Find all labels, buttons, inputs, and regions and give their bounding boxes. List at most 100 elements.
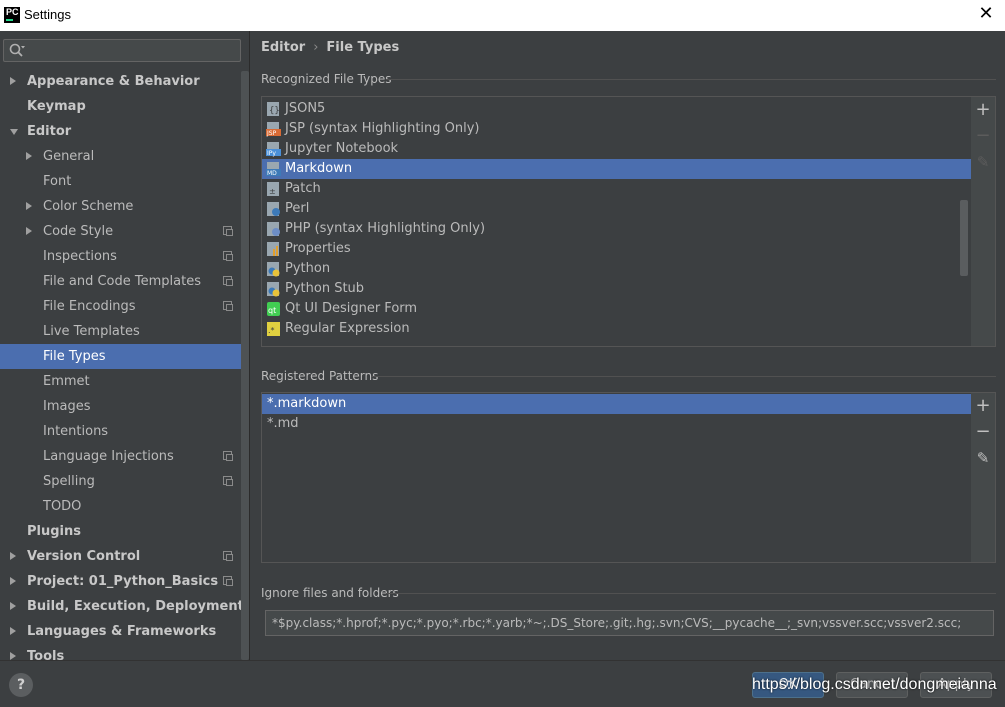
sidebar-item-language-injections[interactable]: Language Injections bbox=[0, 444, 243, 469]
close-icon[interactable]: ✕ bbox=[976, 4, 996, 24]
file-type-label: Regular Expression bbox=[285, 321, 410, 336]
sidebar-item-code-style[interactable]: Code Style bbox=[0, 219, 243, 244]
sidebar-item-label: Emmet bbox=[43, 374, 90, 389]
sidebar-item-label: File Encodings bbox=[43, 299, 136, 314]
recognized-file-types-title: Recognized File Types bbox=[261, 72, 392, 86]
file-type-row[interactable]: Python bbox=[262, 259, 971, 279]
edit-file-type-icon[interactable]: ✎ bbox=[974, 153, 992, 171]
svg-text:IPy: IPy bbox=[267, 150, 276, 157]
sidebar-item-images[interactable]: Images bbox=[0, 394, 243, 419]
file-type-row[interactable]: .* Regular Expression bbox=[262, 319, 971, 339]
breadcrumb-parent[interactable]: Editor bbox=[261, 40, 305, 55]
project-scope-icon bbox=[223, 276, 233, 286]
sidebar-item-label: Version Control bbox=[27, 549, 141, 564]
collapsed-arrow-icon[interactable] bbox=[10, 602, 16, 610]
sidebar-item-spelling[interactable]: Spelling bbox=[0, 469, 243, 494]
markdown-file-icon: MD bbox=[266, 162, 281, 177]
sidebar-item-file-types[interactable]: File Types bbox=[0, 344, 243, 369]
expanded-arrow-icon[interactable] bbox=[10, 129, 18, 135]
project-scope-icon bbox=[223, 551, 233, 561]
breadcrumb-separator-icon: › bbox=[313, 40, 319, 55]
sidebar-item-label: Keymap bbox=[27, 99, 86, 114]
python-file-icon bbox=[267, 262, 280, 277]
title-bar: PC Settings ✕ bbox=[0, 0, 1005, 31]
file-type-row[interactable]: Properties bbox=[262, 239, 971, 259]
sidebar-item-editor[interactable]: Editor bbox=[0, 119, 243, 144]
file-type-row[interactable]: MD Markdown bbox=[262, 159, 971, 179]
sidebar-item-languages-frameworks[interactable]: Languages & Frameworks bbox=[0, 619, 243, 644]
file-type-row[interactable]: {} JSON5 bbox=[262, 99, 971, 119]
pattern-label: *.markdown bbox=[267, 396, 347, 411]
search-input[interactable] bbox=[30, 42, 236, 59]
file-type-label: Python Stub bbox=[285, 281, 365, 296]
sidebar-item-emmet[interactable]: Emmet bbox=[0, 369, 243, 394]
add-pattern-icon[interactable]: + bbox=[974, 397, 992, 415]
section-divider bbox=[371, 376, 996, 377]
sidebar-item-label: Code Style bbox=[43, 224, 114, 239]
file-types-panel: Editor › File Types Recognized File Types … bbox=[250, 31, 1005, 660]
sidebar-scrollbar[interactable] bbox=[241, 71, 249, 660]
collapsed-arrow-icon[interactable] bbox=[26, 152, 32, 160]
sidebar-item-intentions[interactable]: Intentions bbox=[0, 419, 243, 444]
sidebar-item-plugins[interactable]: Plugins bbox=[0, 519, 243, 544]
file-types-scrollbar[interactable] bbox=[960, 200, 968, 276]
remove-pattern-icon[interactable]: − bbox=[974, 423, 992, 441]
collapsed-arrow-icon[interactable] bbox=[10, 577, 16, 585]
collapsed-arrow-icon[interactable] bbox=[26, 227, 32, 235]
collapsed-arrow-icon[interactable] bbox=[10, 627, 16, 635]
sidebar-item-project-01-python-basics[interactable]: Project: 01_Python_Basics bbox=[0, 569, 243, 594]
sidebar-item-label: Build, Execution, Deployment bbox=[27, 599, 243, 614]
file-type-row[interactable]: PHP (syntax Highlighting Only) bbox=[262, 219, 971, 239]
sidebar-item-label: File and Code Templates bbox=[43, 274, 201, 289]
sidebar-item-build-execution-deployment[interactable]: Build, Execution, Deployment bbox=[0, 594, 243, 619]
collapsed-arrow-icon[interactable] bbox=[10, 77, 16, 85]
window-title: Settings bbox=[24, 7, 71, 22]
svg-text:MD: MD bbox=[267, 170, 277, 177]
sidebar-item-inspections[interactable]: Inspections bbox=[0, 244, 243, 269]
sidebar-item-label: Tools bbox=[27, 649, 65, 660]
collapsed-arrow-icon[interactable] bbox=[10, 552, 16, 560]
help-icon[interactable]: ? bbox=[9, 673, 33, 697]
sidebar-item-label: Images bbox=[43, 399, 91, 414]
sidebar-item-label: General bbox=[43, 149, 95, 164]
ignore-files-input[interactable] bbox=[265, 610, 994, 636]
sidebar-item-font[interactable]: Font bbox=[0, 169, 243, 194]
add-file-type-icon[interactable]: + bbox=[974, 101, 992, 119]
search-box[interactable] bbox=[3, 39, 241, 62]
file-type-row[interactable]: Python Stub bbox=[262, 279, 971, 299]
patch-file-icon: ± bbox=[267, 182, 279, 196]
sidebar-item-label: Intentions bbox=[43, 424, 109, 439]
sidebar-item-live-templates[interactable]: Live Templates bbox=[0, 319, 243, 344]
pattern-row[interactable]: *.md bbox=[262, 414, 971, 434]
file-type-row[interactable]: qt Qt UI Designer Form bbox=[262, 299, 971, 319]
file-type-label: Python bbox=[285, 261, 331, 276]
file-type-row[interactable]: ± Patch bbox=[262, 179, 971, 199]
pattern-row[interactable]: *.markdown bbox=[262, 394, 971, 414]
sidebar-item-tools[interactable]: Tools bbox=[0, 644, 243, 660]
svg-text:.*: .* bbox=[268, 326, 275, 335]
sidebar-item-color-scheme[interactable]: Color Scheme bbox=[0, 194, 243, 219]
sidebar-item-version-control[interactable]: Version Control bbox=[0, 544, 243, 569]
sidebar-item-keymap[interactable]: Keymap bbox=[0, 94, 243, 119]
file-type-row[interactable]: JSP JSP (syntax Highlighting Only) bbox=[262, 119, 971, 139]
project-scope-icon bbox=[223, 226, 233, 236]
file-type-row[interactable]: IPy Jupyter Notebook bbox=[262, 139, 971, 159]
file-type-label: Qt UI Designer Form bbox=[285, 301, 418, 316]
svg-text:{}: {} bbox=[269, 106, 280, 116]
sidebar-item-file-and-code-templates[interactable]: File and Code Templates bbox=[0, 269, 243, 294]
collapsed-arrow-icon[interactable] bbox=[26, 202, 32, 210]
file-type-label: Properties bbox=[285, 241, 351, 256]
sidebar-item-general[interactable]: General bbox=[0, 144, 243, 169]
sidebar-item-appearance-behavior[interactable]: Appearance & Behavior bbox=[0, 69, 243, 94]
remove-file-type-icon[interactable]: − bbox=[974, 127, 992, 145]
settings-sidebar: Appearance & Behavior Keymap Editor General… bbox=[0, 31, 250, 660]
edit-pattern-icon[interactable]: ✎ bbox=[974, 449, 992, 467]
file-type-row[interactable]: Perl bbox=[262, 199, 971, 219]
sidebar-item-file-encodings[interactable]: File Encodings bbox=[0, 294, 243, 319]
sidebar-item-label: Editor bbox=[27, 124, 72, 139]
sidebar-item-todo[interactable]: TODO bbox=[0, 494, 243, 519]
collapsed-arrow-icon[interactable] bbox=[10, 652, 16, 660]
pycharm-logo-icon: PC bbox=[4, 7, 20, 23]
file-type-label: Patch bbox=[285, 181, 321, 196]
project-scope-icon bbox=[223, 476, 233, 486]
